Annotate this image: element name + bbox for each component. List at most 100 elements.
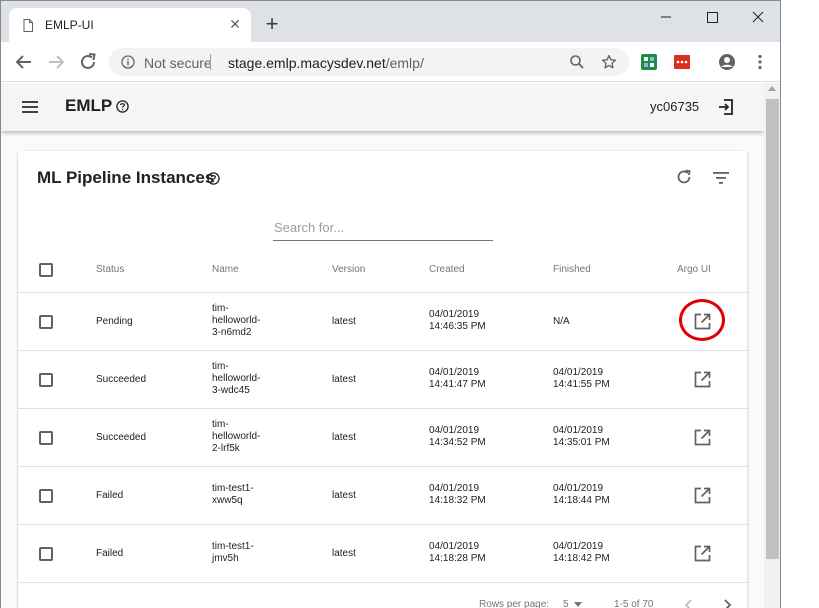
tab-strip: EMLP-UI ✕ + (1, 1, 780, 42)
card-help-icon[interactable] (207, 172, 220, 185)
row-name-line: jmv5h (212, 553, 239, 564)
row-checkbox[interactable] (39, 373, 53, 387)
desktop-background (781, 0, 819, 608)
browser-tab[interactable]: EMLP-UI ✕ (9, 8, 251, 42)
row-name-line: tim-test1- (212, 541, 254, 552)
row-name-line: 2-lrf5k (212, 443, 240, 454)
document-icon (23, 19, 33, 32)
select-all-checkbox[interactable] (39, 263, 53, 277)
row-created: 04/01/2019 14:46:35 PM (429, 309, 486, 333)
row-name: tim- helloworld- 2-lrf5k (212, 419, 260, 455)
row-finished-time: 14:18:42 PM (553, 553, 610, 564)
minimize-icon (661, 16, 671, 18)
info-icon[interactable] (121, 55, 135, 69)
row-finished: 04/01/2019 14:41:55 PM (553, 367, 610, 391)
row-status: Succeeded (96, 432, 147, 443)
row-status: Pending (96, 316, 133, 327)
browser-menu-icon[interactable] (751, 53, 769, 71)
row-finished-time: 14:35:01 PM (553, 437, 610, 448)
row-finished-time: 14:41:55 PM (553, 379, 610, 390)
row-checkbox[interactable] (39, 489, 53, 503)
row-created: 04/01/2019 14:18:28 PM (429, 541, 486, 565)
row-name-line: helloworld- (212, 431, 261, 442)
minimize-button[interactable] (654, 7, 678, 27)
row-created-date: 04/01/2019 (429, 483, 480, 494)
column-name[interactable]: Name (212, 264, 239, 275)
maximize-button[interactable] (700, 7, 724, 27)
browser-window: EMLP-UI ✕ + Not secure stage.emlp.macysd… (0, 0, 781, 608)
hamburger-menu-icon[interactable] (21, 98, 39, 116)
row-name-line: tim-test1- (212, 483, 254, 494)
extension-icon-green[interactable] (641, 54, 657, 70)
reload-icon[interactable] (77, 51, 99, 73)
previous-page-icon[interactable] (683, 599, 695, 608)
bookmark-star-icon[interactable] (601, 54, 617, 70)
table-row[interactable]: Succeeded tim- helloworld- 3-wdc45 lates… (18, 351, 747, 409)
row-finished: N/A (553, 316, 570, 327)
row-created: 04/01/2019 14:34:52 PM (429, 425, 486, 449)
row-created-date: 04/01/2019 (429, 367, 480, 378)
back-arrow-icon[interactable] (13, 51, 35, 73)
row-finished: 04/01/2019 14:18:42 PM (553, 541, 610, 565)
profile-avatar-icon[interactable] (718, 53, 736, 71)
column-status[interactable]: Status (96, 264, 124, 275)
row-created-date: 04/01/2019 (429, 541, 480, 552)
refresh-icon[interactable] (675, 168, 693, 186)
logout-icon[interactable] (717, 98, 735, 116)
address-bar[interactable]: Not secure stage.emlp.macysdev.net/emlp/ (109, 48, 629, 76)
row-created: 04/01/2019 14:41:47 PM (429, 367, 486, 391)
row-checkbox[interactable] (39, 431, 53, 445)
url-text[interactable]: stage.emlp.macysdev.net/emlp/ (228, 55, 424, 71)
table-row[interactable]: Failed tim-test1- jmv5h latest 04/01/201… (18, 525, 747, 583)
open-in-new-icon[interactable] (694, 429, 711, 446)
row-name-line: helloworld- (212, 373, 261, 384)
page-scrollbar[interactable] (764, 83, 780, 608)
scroll-thumb[interactable] (766, 99, 779, 559)
row-version: latest (332, 374, 356, 385)
row-name-line: helloworld- (212, 315, 261, 326)
row-checkbox[interactable] (39, 315, 53, 329)
security-label[interactable]: Not secure (144, 55, 212, 71)
row-version: latest (332, 432, 356, 443)
column-argo-ui[interactable]: Argo UI (677, 264, 711, 275)
filter-icon[interactable] (712, 169, 730, 187)
row-name-line: 3-wdc45 (212, 385, 250, 396)
url-path: /emlp/ (385, 55, 424, 71)
row-created-time: 14:41:47 PM (429, 379, 486, 390)
open-in-new-icon[interactable] (694, 487, 711, 504)
row-created: 04/01/2019 14:18:32 PM (429, 483, 486, 507)
table-pagination: Rows per page: 5 1-5 of 70 (18, 585, 747, 608)
row-status: Failed (96, 548, 124, 559)
close-window-button[interactable] (746, 7, 770, 27)
row-checkbox[interactable] (39, 547, 53, 561)
search-input[interactable] (273, 215, 493, 241)
table-row[interactable]: Succeeded tim- helloworld- 2-lrf5k lates… (18, 409, 747, 467)
table-row[interactable]: Failed tim-test1- xww5q latest 04/01/201… (18, 467, 747, 525)
row-name: tim- helloworld- 3-n6md2 (212, 303, 260, 339)
row-version: latest (332, 316, 356, 327)
next-page-icon[interactable] (721, 599, 733, 608)
column-finished[interactable]: Finished (553, 264, 591, 275)
row-status: Succeeded (96, 374, 147, 385)
forward-arrow-icon[interactable] (45, 51, 67, 73)
rows-per-page-select[interactable]: 5 (563, 599, 569, 608)
zoom-icon[interactable] (569, 54, 585, 70)
scroll-up-icon[interactable] (768, 86, 776, 91)
open-in-new-icon[interactable] (694, 545, 711, 562)
url-host: stage.emlp.macysdev.net (228, 55, 386, 71)
row-finished-date: 04/01/2019 (553, 367, 604, 378)
tab-close-icon[interactable]: ✕ (227, 16, 243, 32)
help-icon[interactable] (116, 100, 129, 113)
row-finished-date: 04/01/2019 (553, 483, 604, 494)
row-status: Failed (96, 490, 124, 501)
column-created[interactable]: Created (429, 264, 465, 275)
column-version[interactable]: Version (332, 264, 365, 275)
open-in-new-icon[interactable] (694, 371, 711, 388)
open-in-new-icon[interactable] (694, 313, 711, 330)
table-row[interactable]: Pending tim- helloworld- 3-n6md2 latest … (18, 293, 747, 351)
chevron-down-icon[interactable] (574, 602, 582, 608)
row-name: tim-test1- jmv5h (212, 541, 254, 565)
new-tab-button[interactable]: + (263, 13, 281, 35)
extension-icon-red[interactable] (674, 54, 690, 70)
row-name-line: tim- (212, 303, 229, 314)
